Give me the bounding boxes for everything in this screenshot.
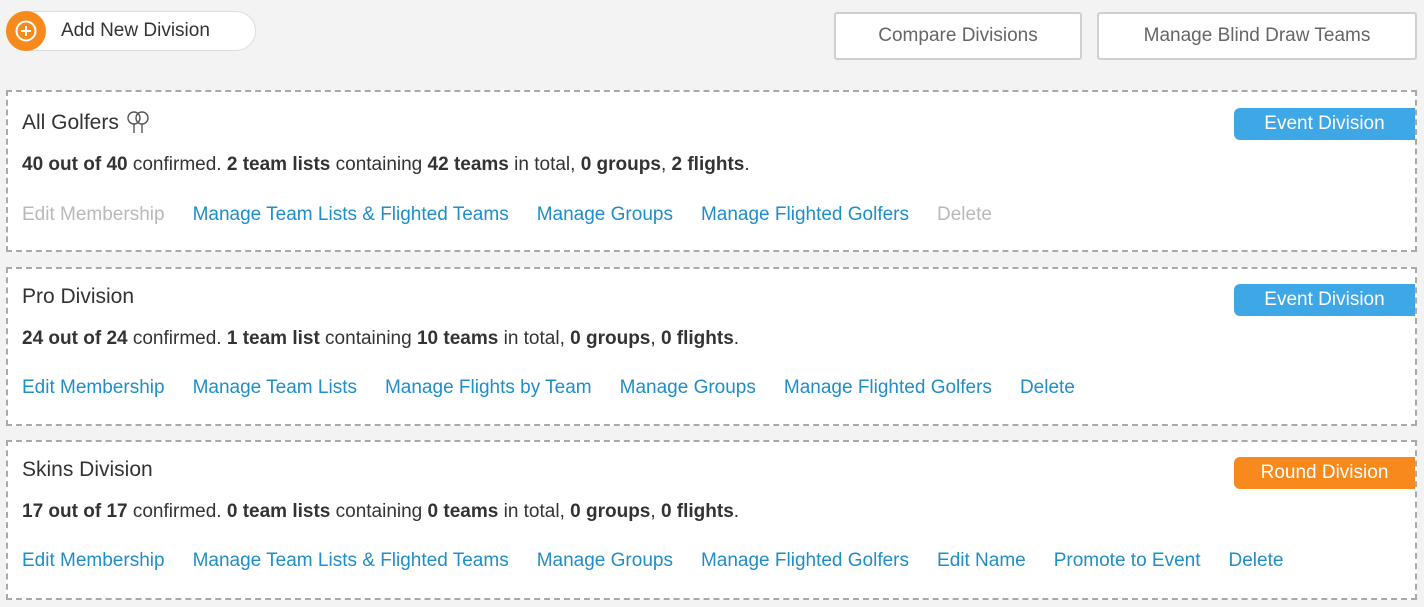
manage-groups-link[interactable]: Manage Groups: [537, 550, 673, 572]
toolbar: Add New Division Compare Divisions Manag…: [0, 0, 1424, 90]
manage-blind-draw-teams-button[interactable]: Manage Blind Draw Teams: [1097, 12, 1417, 60]
delete-link[interactable]: Delete: [1020, 377, 1075, 399]
division-card-skins-division: Skins Division Round Division 17 out of …: [6, 440, 1417, 600]
division-summary: 40 out of 40 confirmed. 2 team lists con…: [22, 154, 750, 175]
manage-team-lists-flighted-teams-link[interactable]: Manage Team Lists & Flighted Teams: [193, 550, 509, 572]
division-actions: Edit Membership Manage Team Lists Manage…: [22, 377, 1075, 399]
edit-name-link[interactable]: Edit Name: [937, 550, 1026, 572]
manage-flighted-golfers-link[interactable]: Manage Flighted Golfers: [784, 377, 992, 399]
delete-link[interactable]: Delete: [1229, 550, 1284, 572]
manage-team-lists-flighted-teams-link[interactable]: Manage Team Lists & Flighted Teams: [193, 204, 509, 226]
division-card-all-golfers: All Golfers Event Division 40 out of 40 …: [6, 90, 1417, 252]
compare-divisions-button[interactable]: Compare Divisions: [834, 12, 1082, 60]
division-title: All Golfers: [22, 110, 151, 136]
division-summary: 24 out of 24 confirmed. 1 team list cont…: [22, 328, 740, 349]
manage-flighted-golfers-link[interactable]: Manage Flighted Golfers: [701, 550, 909, 572]
edit-membership-link[interactable]: Edit Membership: [22, 550, 165, 572]
division-title: Pro Division: [22, 285, 135, 308]
division-type-badge: Event Division: [1234, 108, 1415, 140]
add-new-division-label: Add New Division: [61, 20, 210, 41]
division-actions: Edit Membership Manage Team Lists & Flig…: [22, 550, 1283, 572]
manage-flighted-golfers-link[interactable]: Manage Flighted Golfers: [701, 204, 909, 226]
edit-membership-link: Edit Membership: [22, 204, 165, 225]
division-actions: Edit Membership Manage Team Lists & Flig…: [22, 204, 992, 226]
trophy-icon: [125, 110, 151, 136]
division-card-pro-division: Pro Division Event Division 24 out of 24…: [6, 267, 1417, 426]
promote-to-event-link[interactable]: Promote to Event: [1054, 550, 1201, 572]
manage-groups-link[interactable]: Manage Groups: [620, 377, 756, 399]
manage-team-lists-link[interactable]: Manage Team Lists: [193, 377, 357, 399]
division-type-badge: Round Division: [1234, 457, 1415, 489]
add-new-division-button[interactable]: Add New Division: [6, 11, 256, 51]
delete-link: Delete: [937, 204, 992, 225]
manage-groups-link[interactable]: Manage Groups: [537, 204, 673, 226]
division-type-badge: Event Division: [1234, 284, 1415, 316]
plus-circle-icon: [6, 11, 46, 51]
division-summary: 17 out of 17 confirmed. 0 team lists con…: [22, 501, 740, 522]
manage-flights-by-team-link[interactable]: Manage Flights by Team: [385, 377, 592, 399]
edit-membership-link[interactable]: Edit Membership: [22, 377, 165, 399]
division-title: Skins Division: [22, 458, 153, 481]
